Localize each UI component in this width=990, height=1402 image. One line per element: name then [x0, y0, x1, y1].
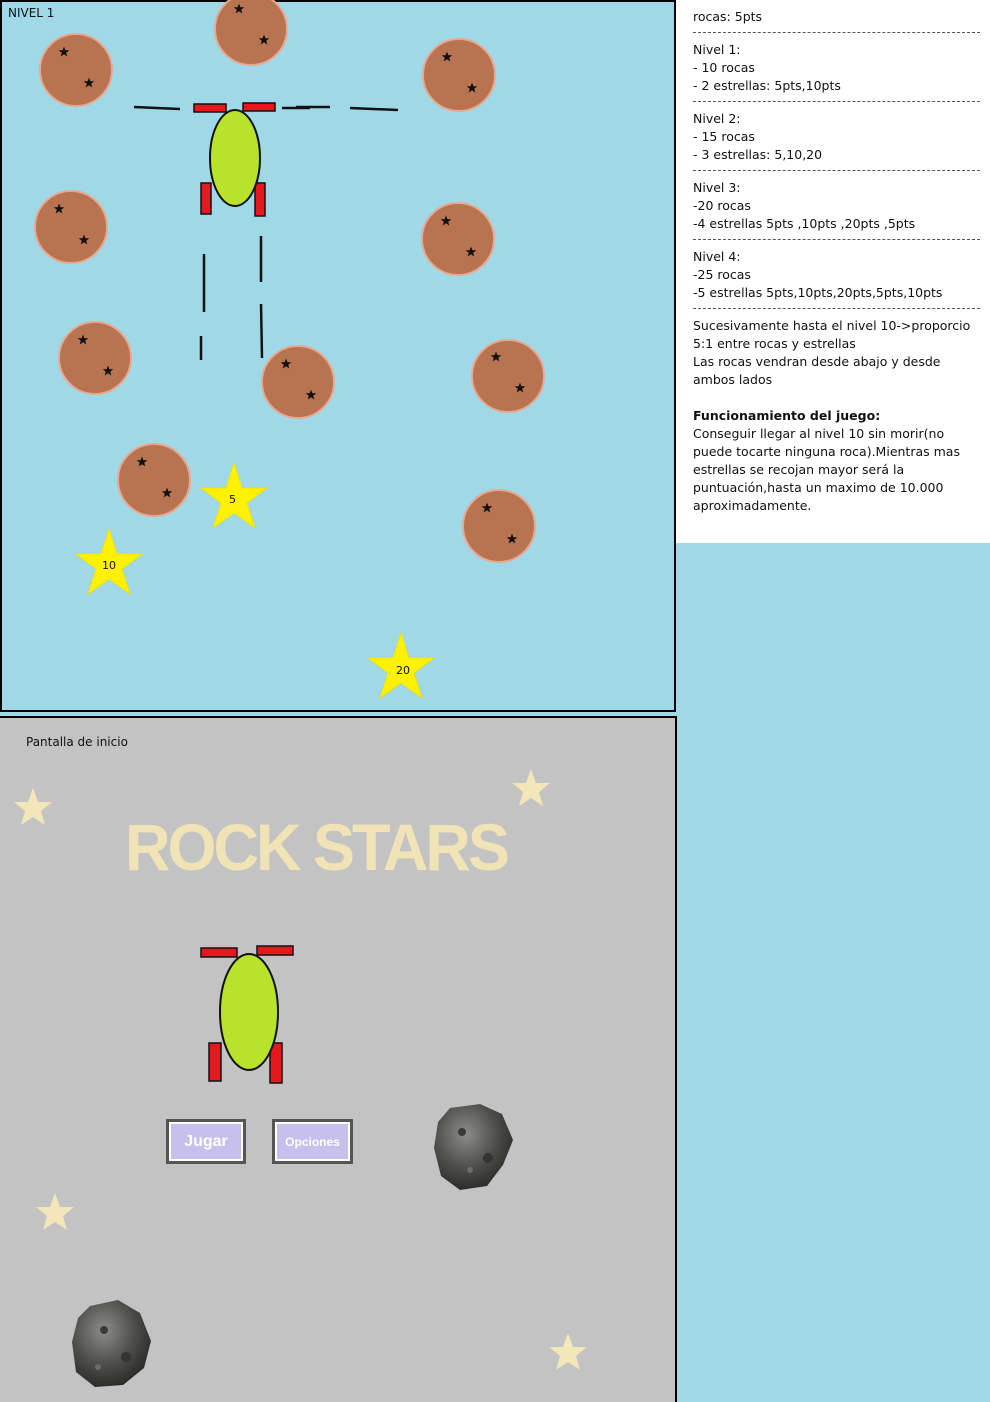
- level-1-playfield: [34, 0, 545, 700]
- rock: [471, 339, 545, 413]
- level-3-notes: Nivel 3: -20 rocas -4 estrellas 5pts ,10…: [693, 179, 980, 233]
- level-heading: Nivel 3:: [693, 180, 741, 195]
- star-value-label: 10: [102, 559, 116, 572]
- divider: [693, 101, 980, 102]
- level-1-notes: Nivel 1: - 10 rocas - 2 estrellas: 5pts,…: [693, 41, 980, 95]
- divider: [693, 239, 980, 240]
- level-detail: -4 estrellas 5pts ,10pts ,20pts ,5pts: [693, 216, 916, 231]
- rock: [58, 321, 132, 395]
- rock: [39, 33, 113, 107]
- divider: [693, 32, 980, 33]
- level-detail: -20 rocas: [693, 198, 751, 213]
- rock-points-note: rocas: 5pts: [693, 9, 763, 24]
- player-ship: [193, 102, 276, 217]
- start-screen-title: Pantalla de inicio: [26, 735, 128, 749]
- rock: [462, 489, 536, 563]
- gameplay-description: Conseguir llegar al nivel 10 sin morir(n…: [693, 426, 964, 513]
- level-4-notes: Nivel 4: -25 rocas -5 estrellas 5pts,10p…: [693, 248, 980, 302]
- divider: [693, 308, 980, 309]
- rock: [34, 190, 108, 264]
- level-detail: - 10 rocas: [693, 60, 755, 75]
- level-heading: Nivel 4:: [693, 249, 741, 264]
- level-detail: - 3 estrellas: 5,10,20: [693, 147, 823, 162]
- movement-guides: [133, 105, 399, 360]
- gameplay-heading: Funcionamiento del juego:: [693, 408, 881, 423]
- level-heading: Nivel 2:: [693, 111, 741, 126]
- level-detail: - 2 estrellas: 5pts,10pts: [693, 78, 841, 93]
- rock: [261, 345, 335, 419]
- level-2-notes: Nivel 2: - 15 rocas - 3 estrellas: 5,10,…: [693, 110, 980, 164]
- rock: [421, 202, 495, 276]
- game-title-logo: ROCK STARS: [125, 811, 510, 885]
- rock: [422, 38, 496, 112]
- rock: [214, 0, 288, 66]
- level-detail: -25 rocas: [693, 267, 751, 282]
- rock: [117, 443, 191, 517]
- level-detail: - 15 rocas: [693, 129, 755, 144]
- divider: [693, 170, 980, 171]
- design-notes: rocas: 5pts Nivel 1: - 10 rocas - 2 estr…: [676, 0, 990, 543]
- level-detail: -5 estrellas 5pts,10pts,20pts,5pts,10pts: [693, 285, 943, 300]
- star-value-label: 20: [396, 664, 410, 677]
- progression-note: Sucesivamente hasta el nivel 10->proporc…: [693, 318, 971, 387]
- level-heading: Nivel 1:: [693, 42, 741, 57]
- play-button[interactable]: Jugar: [166, 1119, 246, 1164]
- star-value-label: 5: [229, 493, 236, 506]
- options-button[interactable]: Opciones: [272, 1119, 353, 1164]
